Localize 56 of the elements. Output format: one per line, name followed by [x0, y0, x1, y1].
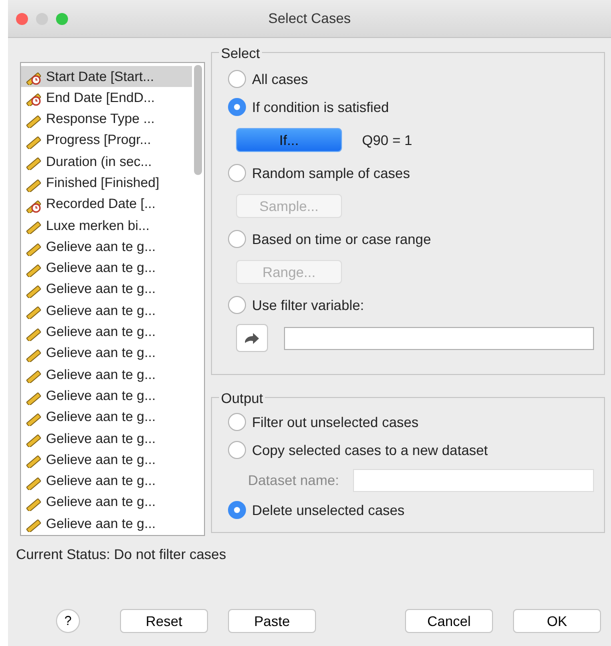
variable-item[interactable]: Gelieve aan te g...: [21, 406, 192, 428]
variable-item[interactable]: Start Date [Start...: [21, 66, 192, 88]
dialog-button[interactable]: Cancel: [405, 609, 493, 633]
radio-label[interactable]: Delete unselected cases: [252, 500, 405, 520]
variable-item[interactable]: Gelieve aan te g...: [21, 322, 192, 343]
action-button[interactable]: Reset: [120, 609, 208, 633]
condition-button[interactable]: If...: [236, 128, 342, 152]
radio-button[interactable]: [228, 413, 246, 431]
radio-label[interactable]: If condition is satisfied: [252, 96, 389, 118]
variable-item[interactable]: Gelieve aan te g...: [21, 513, 192, 535]
dataset-name-label: Dataset name:: [248, 470, 340, 490]
variable-item[interactable]: Gelieve aan te g...: [21, 492, 192, 514]
scrollbar-thumb[interactable]: [194, 65, 202, 175]
move-button[interactable]: [236, 324, 268, 352]
variable-item[interactable]: Gelieve aan te g...: [21, 428, 192, 450]
arrow-icon: [244, 332, 260, 346]
help-button[interactable]: ?: [56, 609, 80, 633]
variable-item[interactable]: Gelieve aan te g...: [21, 300, 192, 322]
radio-button[interactable]: [228, 501, 246, 519]
variable-item[interactable]: Luxe merken bi...: [21, 215, 192, 236]
radio-label[interactable]: Filter out unselected cases: [252, 412, 419, 432]
variable-item[interactable]: Finished [Finished]: [21, 172, 192, 194]
radio-button[interactable]: [228, 441, 246, 459]
radio-button[interactable]: [228, 164, 246, 182]
variable-item[interactable]: Gelieve aan te g...: [21, 278, 192, 300]
filter-variable-field[interactable]: [284, 326, 594, 350]
radio-button[interactable]: [228, 70, 246, 88]
status-text: Current Status: Do not filter cases: [16, 545, 226, 564]
minimize-icon[interactable]: [36, 12, 48, 24]
variable-item[interactable]: Recorded Date [...: [21, 194, 192, 216]
variable-item[interactable]: End Date [EndD...: [21, 87, 192, 109]
zoom-icon[interactable]: [56, 12, 68, 24]
variable-item[interactable]: Duration (in sec...: [21, 151, 192, 172]
dialog-button[interactable]: OK: [513, 609, 601, 633]
variable-item[interactable]: Gelieve aan te g...: [21, 258, 192, 279]
variable-item[interactable]: Progress [Progr...: [21, 130, 192, 152]
variable-item[interactable]: Gelieve aan te g...: [21, 470, 192, 492]
radio-button[interactable]: [228, 296, 246, 314]
window-title: Select Cases: [268, 9, 351, 28]
variable-item[interactable]: Gelieve aan te g...: [21, 364, 192, 386]
radio-label[interactable]: Random sample of cases: [252, 162, 410, 184]
dataset-name-field[interactable]: [353, 468, 594, 492]
variable-item[interactable]: Gelieve aan te g...: [21, 385, 192, 407]
variable-item[interactable]: Response Type ...: [21, 108, 192, 130]
radio-button[interactable]: [228, 98, 246, 116]
radio-label[interactable]: Use filter variable:: [252, 294, 364, 316]
variable-item[interactable]: Gelieve aan te g...: [21, 449, 192, 471]
action-button[interactable]: Paste: [228, 609, 316, 633]
condition-text: Q90 = 1: [362, 130, 412, 150]
variable-item[interactable]: Gelieve aan te g...: [21, 236, 192, 258]
radio-label[interactable]: Copy selected cases to a new dataset: [252, 440, 488, 460]
close-icon[interactable]: [16, 12, 28, 24]
radio-label[interactable]: Based on time or case range: [252, 228, 431, 250]
radio-button[interactable]: [228, 230, 246, 248]
variable-item[interactable]: Gelieve aan te g...: [21, 342, 192, 364]
radio-label[interactable]: All cases: [252, 68, 308, 90]
